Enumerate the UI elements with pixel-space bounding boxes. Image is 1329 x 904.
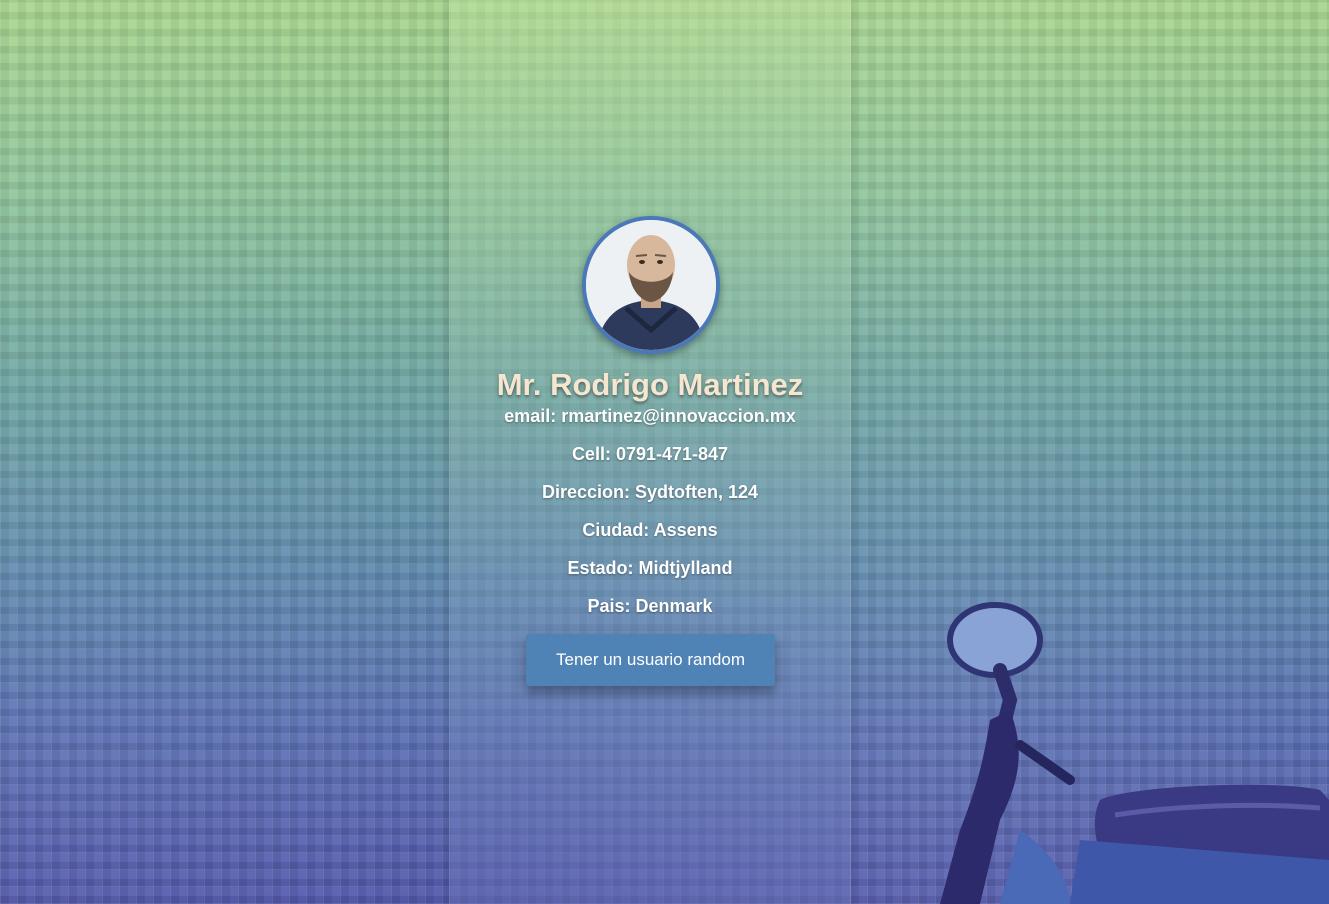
user-country: Pais: Denmark: [587, 596, 713, 616]
user-avatar: [582, 216, 720, 354]
user-state: Estado: Midtjylland: [567, 558, 733, 578]
user-email: email: rmartinez@innovaccion.mx: [504, 406, 796, 426]
user-name: Mr. Rodrigo Martinez: [496, 367, 804, 402]
user-card: Mr. Rodrigo Martinez email: rmartinez@in…: [449, 0, 851, 904]
random-user-button[interactable]: Tener un usuario random: [526, 634, 775, 686]
user-cell: Cell: 0791-471-847: [571, 444, 729, 464]
scooter-icon: [940, 602, 1329, 904]
user-city: Ciudad: Assens: [582, 520, 718, 540]
user-photo-icon: [586, 220, 716, 350]
user-address: Direccion: Sydtoften, 124: [541, 482, 759, 502]
